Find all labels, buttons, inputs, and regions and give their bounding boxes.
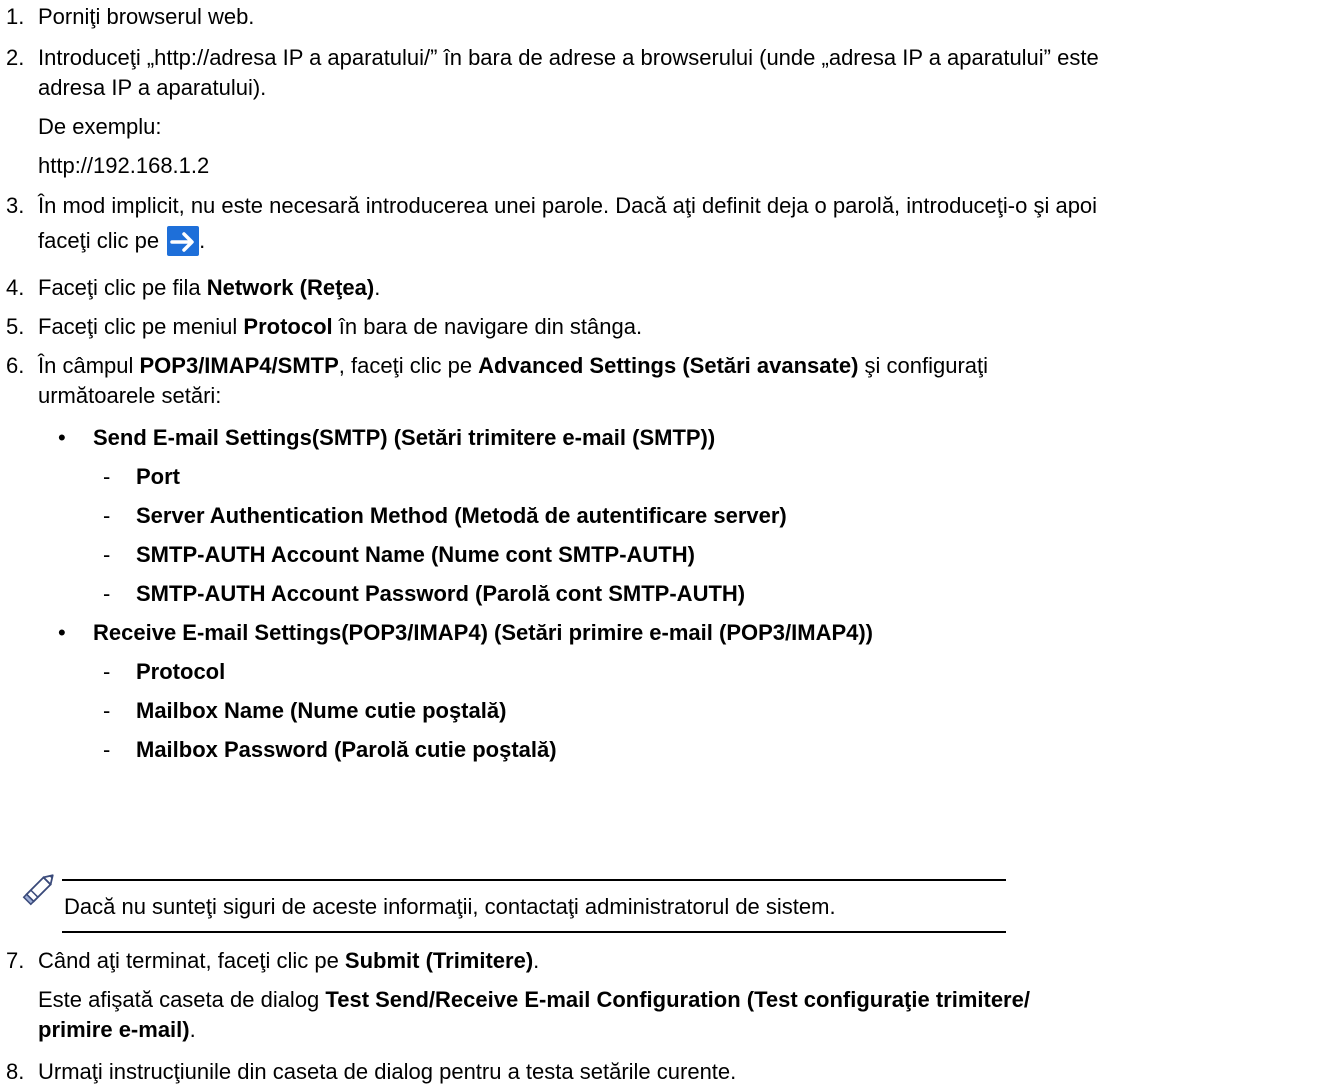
step-number: 8. (6, 1059, 25, 1084)
step-number: 2. (6, 45, 25, 70)
arrow-right-icon (167, 226, 200, 256)
dash: - (103, 464, 111, 489)
bullet: • (58, 620, 66, 645)
step-text-fragment: . (199, 228, 206, 253)
ui-term: Submit (Trimitere) (344, 948, 534, 973)
step-text-fragment: . (189, 1017, 196, 1042)
dash: - (103, 659, 111, 684)
note-top-rule (62, 879, 1006, 881)
step-text: În câmpul POP3/IMAP4/SMTP, faceţi clic p… (38, 353, 988, 379)
step-text: Faceţi clic pe fila Network (Reţea). (38, 275, 380, 301)
step-text-fragment: Este afişată caseta de dialog (38, 987, 326, 1012)
step-text-fragment: . (533, 948, 540, 973)
step-text-fragment: Când aţi terminat, faceţi clic pe (38, 948, 345, 973)
step-number: 5. (6, 314, 25, 339)
step-text-continued: următoarele setări: (38, 383, 222, 408)
setting-item: Server Authentication Method (Metodă de … (136, 503, 787, 528)
step-text: Când aţi terminat, faceţi clic pe Submit… (38, 948, 539, 974)
setting-item: Protocol (136, 659, 226, 684)
dash: - (103, 503, 111, 528)
send-settings-group: Send E-mail Settings(SMTP) (Setări trimi… (93, 425, 716, 450)
ui-term: Test Send/Receive E-mail Configuration (… (325, 987, 1030, 1012)
setting-item: SMTP-AUTH Account Name (Nume cont SMTP-A… (136, 542, 695, 567)
step-7-detail: Este afişată caseta de dialog Test Send/… (38, 987, 1030, 1013)
step-text-fragment: Faceţi clic pe fila (38, 275, 207, 300)
step-text-fragment: , faceţi clic pe (338, 353, 479, 378)
step-text: În mod implicit, nu este necesară introd… (38, 193, 1098, 218)
ui-term: primire e-mail) (38, 1017, 190, 1042)
step-number: 3. (6, 193, 25, 218)
bullet: • (58, 425, 66, 450)
receive-settings-group: Receive E-mail Settings(POP3/IMAP4) (Set… (93, 620, 874, 645)
example-label: De exemplu: (38, 114, 162, 139)
step-number: 4. (6, 275, 25, 300)
ui-term: Protocol (243, 314, 333, 339)
setting-item: Mailbox Name (Nume cutie poştală) (136, 698, 507, 723)
dash: - (103, 581, 111, 606)
dash: - (103, 698, 111, 723)
pencil-icon (20, 868, 60, 914)
step-text-fragment: şi configuraţi (858, 353, 989, 378)
dash: - (103, 542, 111, 567)
note-text: Dacă nu sunteţi siguri de aceste informa… (64, 894, 836, 919)
step-text-fragment: în bara de navigare din stânga. (332, 314, 643, 339)
step-text: Introduceţi „http://adresa IP a aparatul… (38, 45, 1099, 70)
example-url: http://192.168.1.2 (38, 153, 210, 178)
step-number: 1. (6, 4, 25, 29)
setting-item: Port (136, 464, 180, 489)
setting-item: SMTP-AUTH Account Password (Parolă cont … (136, 581, 746, 606)
step-text-continued: faceţi clic pe . (38, 226, 205, 256)
ui-term: Advanced Settings (Setări avansate) (478, 353, 859, 378)
step-text-fragment: faceţi clic pe (38, 228, 166, 253)
step-text-continued: adresa IP a aparatului). (38, 75, 267, 100)
step-number: 7. (6, 948, 25, 973)
step-text: Faceţi clic pe meniul Protocol în bara d… (38, 314, 642, 340)
dash: - (103, 737, 111, 762)
setting-item: Mailbox Password (Parolă cutie poştală) (136, 737, 557, 762)
step-text: Porniţi browserul web. (38, 4, 255, 29)
step-text-fragment: În câmpul (38, 353, 140, 378)
ui-term: POP3/IMAP4/SMTP (139, 353, 339, 378)
step-text: Urmaţi instrucţiunile din caseta de dial… (38, 1059, 737, 1084)
ui-term: Network (Reţea) (206, 275, 375, 300)
step-number: 6. (6, 353, 25, 378)
note-bottom-rule (62, 931, 1006, 933)
step-text-fragment: . (374, 275, 381, 300)
step-text-fragment: Faceţi clic pe meniul (38, 314, 244, 339)
step-7-detail-continued: primire e-mail). (38, 1017, 196, 1043)
